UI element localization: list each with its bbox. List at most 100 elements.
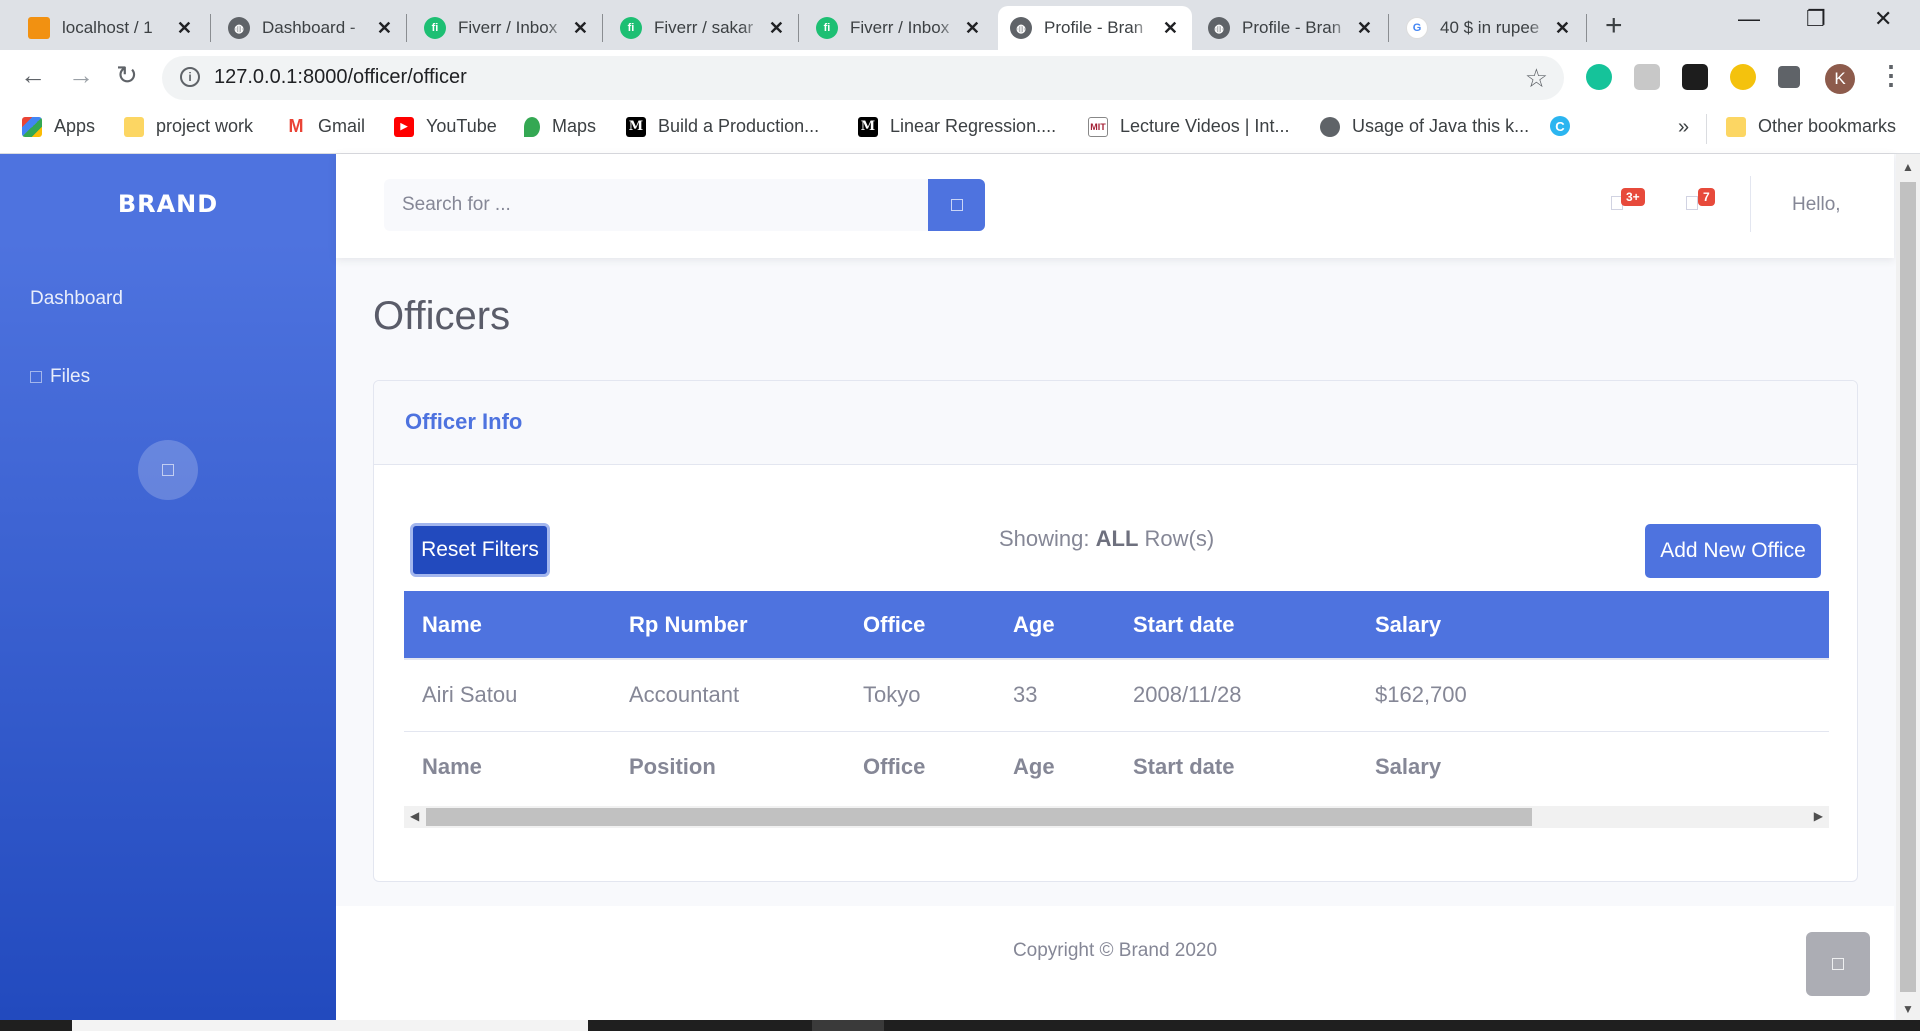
card-title: Officer Info — [405, 409, 523, 434]
bookmark-apps[interactable]: Apps — [22, 116, 95, 137]
forward-arrow-icon[interactable]: → — [68, 60, 94, 91]
bookmark-label: Build a Production... — [658, 116, 820, 136]
scrollbar-thumb[interactable] — [1900, 182, 1916, 992]
alerts-button[interactable]: 3+ — [1601, 154, 1645, 258]
taskbar-window[interactable] — [72, 1020, 588, 1031]
bookmark-linear-regression[interactable]: M Linear Regression.... — [858, 116, 1056, 137]
sidebar-toggle-button[interactable] — [138, 440, 198, 500]
phpmyadmin-icon — [28, 17, 50, 39]
bookmark-label: Gmail — [318, 116, 366, 136]
bookmark-other[interactable]: Other bookmarks — [1726, 116, 1896, 137]
messages-button[interactable]: 7 — [1676, 154, 1716, 258]
new-tab-icon[interactable]: + — [1605, 9, 1623, 43]
column-header-office[interactable]: Office — [845, 591, 995, 660]
bookmark-star-icon[interactable]: ☆ — [1525, 63, 1548, 94]
page-vertical-scrollbar[interactable]: ▲ ▼ — [1896, 154, 1920, 1020]
c-logo-icon: C — [1550, 116, 1570, 136]
add-new-office-button[interactable]: Add New Office — [1645, 524, 1821, 578]
restore-icon[interactable]: ❐ — [1806, 6, 1826, 32]
close-tab-icon[interactable]: ✕ — [1357, 18, 1372, 39]
medium-icon: M — [858, 116, 878, 137]
brand-logo[interactable]: BRAND — [0, 190, 336, 218]
tab-title: Fiverr / Inbox — [850, 18, 950, 37]
user-greeting[interactable]: Hello, — [1792, 194, 1841, 216]
bookmark-lecture-videos[interactable]: MIT Lecture Videos | Int... — [1088, 116, 1289, 137]
chevron-up-icon — [1832, 958, 1844, 970]
footer-header-salary: Salary — [1375, 754, 1442, 780]
back-arrow-icon[interactable]: ← — [20, 60, 46, 91]
bookmark-java-usage[interactable]: Usage of Java this k... — [1320, 116, 1529, 137]
browser-toolbar: ← → ↻ i 127.0.0.1:8000/officer/officer ☆… — [0, 50, 1920, 106]
globe-icon — [1320, 116, 1340, 137]
bookmark-project-work[interactable]: project work — [124, 116, 253, 137]
grammarly-icon[interactable] — [1586, 64, 1612, 90]
tab-title: Fiverr / sakar — [654, 18, 754, 37]
column-header-rp-number[interactable]: Rp Number — [611, 591, 845, 660]
reload-icon[interactable]: ↻ — [116, 60, 138, 91]
browser-tab[interactable]: fi Fiverr / Inbox ✕ — [412, 6, 602, 50]
pencil-extension-icon[interactable] — [1730, 64, 1756, 90]
extension-icon[interactable] — [1634, 64, 1660, 90]
close-tab-icon[interactable]: ✕ — [177, 18, 192, 39]
url-text[interactable]: 127.0.0.1:8000/officer/officer — [214, 66, 467, 89]
table-horizontal-scrollbar[interactable]: ◀ ▶ — [404, 806, 1829, 828]
browser-tab[interactable]: localhost / 1 ✕ — [16, 6, 206, 50]
profile-avatar[interactable]: K — [1825, 64, 1855, 94]
close-tab-icon[interactable]: ✕ — [1163, 18, 1178, 39]
apps-grid-icon — [22, 116, 42, 137]
officers-table: Name Rp Number Office Age Start date Sal… — [404, 591, 1829, 803]
page-viewport: BRAND Dashboard Files 3+ 7 Hello, Office… — [0, 154, 1920, 1020]
bookmark-build-production[interactable]: M Build a Production... — [626, 116, 819, 137]
taskbar-window[interactable] — [812, 1020, 884, 1031]
reset-filters-button[interactable]: Reset Filters — [410, 523, 550, 577]
browser-tab[interactable]: ◍ Dashboard - ✕ — [216, 6, 406, 50]
column-header-start-date[interactable]: Start date — [1115, 591, 1357, 660]
puzzle-extensions-icon[interactable] — [1778, 66, 1800, 88]
topbar: 3+ 7 Hello, — [336, 154, 1894, 258]
bookmark-label: Other bookmarks — [1758, 116, 1897, 136]
table-footer-row: Name Position Office Age Start date Sala… — [404, 731, 1829, 803]
browser-tab[interactable]: fi Fiverr / sakar ✕ — [608, 6, 798, 50]
browser-menu-icon[interactable]: ⋮ — [1878, 60, 1904, 91]
scrollbar-thumb[interactable] — [426, 808, 1532, 826]
globe-icon: ◍ — [1010, 17, 1032, 39]
medium-icon: M — [626, 116, 646, 137]
bookmarks-overflow-button[interactable]: » — [1678, 116, 1689, 139]
site-info-icon[interactable]: i — [180, 67, 200, 87]
showing-suffix: Row(s) — [1144, 526, 1215, 551]
bookmark-maps[interactable]: Maps — [524, 116, 596, 137]
minimize-icon[interactable]: — — [1738, 6, 1760, 32]
sidebar-item-files[interactable]: Files — [30, 366, 90, 388]
checklist-extension-icon[interactable] — [1682, 64, 1708, 90]
sidebar-item-dashboard[interactable]: Dashboard — [30, 288, 123, 310]
browser-tab[interactable]: G 40 $ in rupee ✕ — [1394, 6, 1584, 50]
browser-tab-active[interactable]: ◍ Profile - Bran ✕ — [998, 6, 1192, 50]
search-button[interactable] — [928, 179, 985, 231]
scroll-left-icon[interactable]: ◀ — [410, 809, 419, 823]
bookmark-gmail[interactable]: M Gmail — [286, 116, 365, 137]
bookmark-c-logo[interactable]: C — [1550, 116, 1582, 136]
browser-tab[interactable]: ◍ Profile - Bran ✕ — [1196, 6, 1386, 50]
browser-tab[interactable]: fi Fiverr / Inbox ✕ — [804, 6, 994, 50]
scroll-up-icon[interactable]: ▲ — [1902, 160, 1914, 174]
column-header-name[interactable]: Name — [404, 591, 611, 660]
close-tab-icon[interactable]: ✕ — [377, 18, 392, 39]
gmail-icon: M — [286, 116, 306, 137]
close-tab-icon[interactable]: ✕ — [965, 18, 980, 39]
fiverr-icon: fi — [620, 17, 642, 39]
scroll-to-top-button[interactable] — [1806, 932, 1870, 996]
column-header-age[interactable]: Age — [995, 591, 1115, 660]
address-bar[interactable]: i 127.0.0.1:8000/officer/officer ☆ — [162, 56, 1564, 100]
close-tab-icon[interactable]: ✕ — [573, 18, 588, 39]
close-tab-icon[interactable]: ✕ — [769, 18, 784, 39]
table-row[interactable]: Airi Satou Accountant Tokyo 33 2008/11/2… — [404, 659, 1829, 732]
card-header: Officer Info — [374, 381, 1857, 465]
scroll-down-icon[interactable]: ▼ — [1902, 1002, 1914, 1016]
close-tab-icon[interactable]: ✕ — [1555, 18, 1570, 39]
search-input[interactable] — [384, 179, 928, 231]
column-header-salary[interactable]: Salary — [1357, 591, 1829, 660]
copyright-text: Copyright © Brand 2020 — [1012, 940, 1218, 961]
window-close-icon[interactable]: ✕ — [1874, 6, 1892, 32]
bookmark-youtube[interactable]: ▶ YouTube — [394, 116, 497, 137]
scroll-right-icon[interactable]: ▶ — [1814, 809, 1823, 823]
